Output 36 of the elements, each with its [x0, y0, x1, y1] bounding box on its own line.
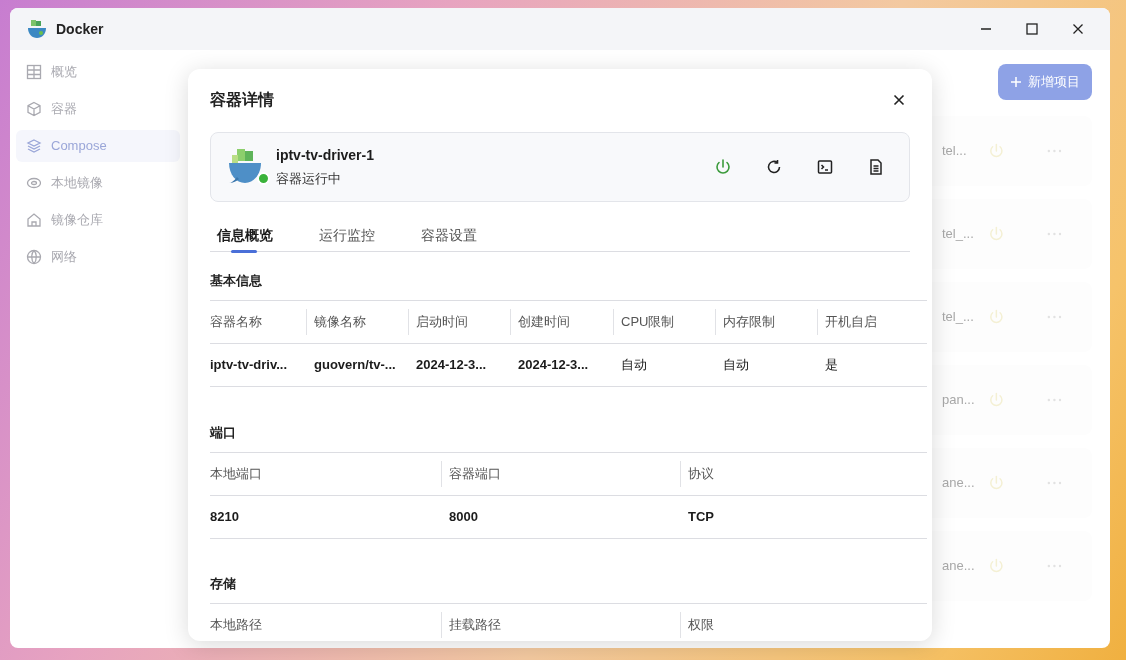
table-cell-text: 2024-12-3...: [518, 356, 589, 375]
section-title: 基本信息: [210, 272, 263, 290]
table-cell-text: 是: [825, 356, 838, 375]
table-cell-text: 8000: [449, 508, 478, 527]
column-header: 协议: [688, 465, 714, 484]
container-name: iptv-tv-driver-1: [276, 146, 375, 166]
column-header: 启动时间: [416, 313, 468, 332]
column-header: 内存限制: [723, 313, 775, 332]
table-cell-text: 自动: [723, 356, 749, 375]
container-name: tel...: [942, 142, 968, 161]
column-header: 本地端口: [210, 465, 262, 484]
column-header: 容器名称: [210, 313, 262, 332]
column-header: 挂载路径: [449, 616, 501, 635]
column-header: CPU限制: [621, 313, 675, 332]
table-cell-text: 自动: [621, 356, 647, 375]
column-header: 本地路径: [210, 616, 262, 635]
column-header: 权限: [688, 616, 714, 635]
column-header: 容器端口: [449, 465, 501, 484]
table-cell-text: 2024-12-3...: [416, 356, 487, 375]
table-cell-text: TCP: [688, 508, 714, 527]
column-header: 创建时间: [518, 313, 570, 332]
section-title: 存储: [210, 575, 237, 593]
window-title: Docker: [56, 19, 104, 39]
container-name: ane...: [942, 474, 976, 493]
table-cell-text: iptv-tv-driv...: [210, 356, 288, 375]
container-name: pan...: [942, 391, 976, 410]
column-header: 镜像名称: [314, 313, 366, 332]
section-title: 端口: [210, 424, 237, 442]
table-cell-text: guovern/tv-...: [314, 356, 396, 375]
container-status: 容器运行中: [276, 170, 342, 189]
dialog-title: 容器详情: [210, 90, 274, 110]
container-name: tel_...: [942, 308, 975, 327]
column-header: 开机自启: [825, 313, 877, 332]
container-name: tel_...: [942, 225, 975, 244]
container-name: ane...: [942, 557, 976, 576]
table-cell-text: 8210: [210, 508, 239, 527]
